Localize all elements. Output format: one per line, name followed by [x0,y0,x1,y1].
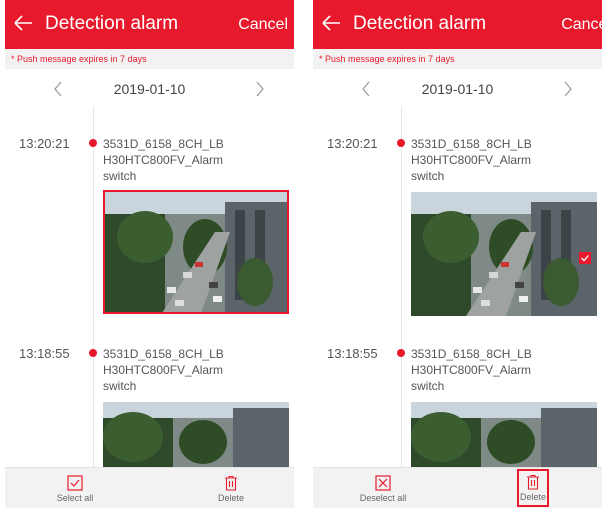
delete-button[interactable]: Delete [186,472,276,508]
snapshot-image [105,192,287,312]
x-box-icon [375,475,391,491]
entry-line: switch [411,379,445,393]
cancel-button[interactable]: Cancel [238,16,288,34]
deselect-all-button[interactable]: Deselect all [338,472,428,508]
delete-label: Delete [217,493,244,503]
trash-icon [527,474,539,490]
chevron-right-icon[interactable] [561,80,575,98]
delete-label: Delete [519,492,546,502]
back-arrow-icon[interactable] [320,12,342,34]
entry-line: 3531D_6158_8CH_LB [411,347,532,361]
current-date: 2019-01-10 [421,81,494,97]
entry-device-name: 3531D_6158_8CH_LB H30HTC800FV_Alarm swit… [411,136,561,184]
alarm-snapshot[interactable] [103,402,289,468]
snapshot-image [411,192,597,316]
timeline-line [93,106,94,468]
deselect-all-label: Deselect all [359,493,407,503]
left-screen: Detection alarm Cancel * Push message ex… [5,0,294,508]
entry-line: H30HTC800FV_Alarm [411,363,532,377]
top-bar: Detection alarm Cancel [5,0,294,49]
alarm-snapshot[interactable] [103,190,289,314]
timeline-dot [89,139,97,147]
snapshot-image [411,402,597,468]
alarm-snapshot[interactable] [411,402,597,468]
entry-line: 3531D_6158_8CH_LB [411,137,532,151]
chevron-right-icon[interactable] [253,80,267,98]
timeline-dot [397,139,405,147]
snapshot-image [103,402,289,468]
select-all-button[interactable]: Select all [30,472,120,508]
bottom-action-bar: Deselect all Delete [313,467,602,508]
timeline-dot [89,349,97,357]
entry-device-name: 3531D_6158_8CH_LB H30HTC800FV_Alarm swit… [103,136,253,184]
page-title: Detection alarm [353,13,487,34]
date-navigator: 2019-01-10 [5,74,294,104]
top-bar: Detection alarm Cancel [313,0,602,49]
right-screen: Detection alarm Cancel * Push message ex… [313,0,602,508]
back-arrow-icon[interactable] [12,12,34,34]
entry-time: 13:20:21 [327,136,378,151]
entry-line: 3531D_6158_8CH_LB [103,347,224,361]
entry-line: 3531D_6158_8CH_LB [103,137,224,151]
entry-line: switch [411,169,445,183]
check-badge-icon[interactable] [579,252,591,264]
page-title: Detection alarm [45,13,179,34]
cancel-button[interactable]: Cancel [561,16,602,34]
entry-device-name: 3531D_6158_8CH_LB H30HTC800FV_Alarm swit… [411,346,561,394]
entry-line: switch [103,169,137,183]
date-navigator: 2019-01-10 [313,74,602,104]
entry-line: H30HTC800FV_Alarm [103,153,224,167]
current-date: 2019-01-10 [113,81,186,97]
alarm-snapshot[interactable] [411,192,597,316]
delete-button[interactable]: Delete [517,469,549,507]
entry-line: H30HTC800FV_Alarm [411,153,532,167]
entry-time: 13:18:55 [327,346,378,361]
entry-device-name: 3531D_6158_8CH_LB H30HTC800FV_Alarm swit… [103,346,253,394]
checkbox-icon [67,475,83,491]
trash-icon [225,475,237,491]
timeline-line [401,106,402,468]
entry-line: switch [103,379,137,393]
bottom-action-bar: Select all Delete [5,467,294,508]
push-expiry-notice: * Push message expires in 7 days [313,49,602,69]
timeline-dot [397,349,405,357]
entry-time: 13:20:21 [19,136,70,151]
entry-time: 13:18:55 [19,346,70,361]
push-expiry-notice: * Push message expires in 7 days [5,49,294,69]
select-all-label: Select all [56,493,94,503]
entry-line: H30HTC800FV_Alarm [103,363,224,377]
